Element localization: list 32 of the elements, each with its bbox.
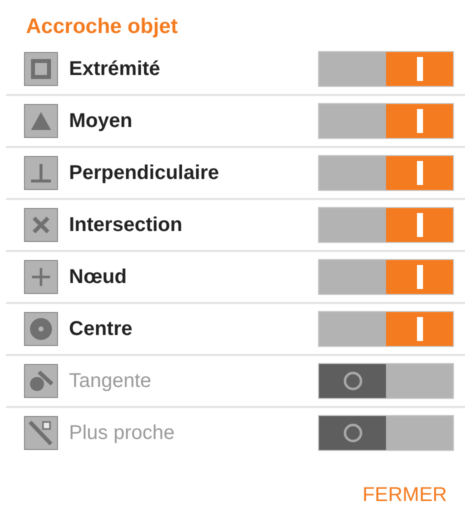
toggle-switch[interactable] bbox=[318, 51, 454, 87]
toggle-switch[interactable] bbox=[318, 155, 454, 191]
cross-icon bbox=[24, 208, 58, 242]
plus-icon bbox=[24, 260, 58, 294]
toggle-switch[interactable] bbox=[318, 259, 454, 295]
ring-icon bbox=[342, 422, 364, 444]
bar-icon bbox=[416, 161, 424, 185]
dialog-title: Accroche objet bbox=[25, 14, 179, 40]
option-label: Nœud bbox=[69, 266, 128, 288]
option-label: Extrémité bbox=[69, 58, 162, 80]
option-label: Perpendiculaire bbox=[69, 162, 220, 184]
square-icon bbox=[24, 52, 58, 86]
option-label: Plus proche bbox=[69, 422, 176, 444]
perpendicular-icon bbox=[24, 156, 58, 190]
bar-icon bbox=[416, 317, 424, 341]
tangent-icon bbox=[24, 364, 58, 398]
toggle-switch[interactable] bbox=[318, 415, 454, 451]
option-label: Tangente bbox=[69, 370, 152, 392]
bar-icon bbox=[416, 109, 424, 133]
toggle-switch[interactable] bbox=[318, 207, 454, 243]
toggle-switch[interactable] bbox=[318, 363, 454, 399]
bar-icon bbox=[416, 57, 424, 81]
ring-icon bbox=[342, 370, 364, 392]
option-label: Moyen bbox=[69, 110, 134, 132]
nearest-icon bbox=[24, 416, 58, 450]
option-label: Intersection bbox=[69, 214, 184, 236]
toggle-switch[interactable] bbox=[318, 311, 454, 347]
bar-icon bbox=[416, 265, 424, 289]
close-button[interactable]: FERMER bbox=[358, 480, 451, 511]
option-label: Centre bbox=[69, 318, 134, 340]
toggle-switch[interactable] bbox=[318, 103, 454, 139]
bar-icon bbox=[416, 213, 424, 237]
